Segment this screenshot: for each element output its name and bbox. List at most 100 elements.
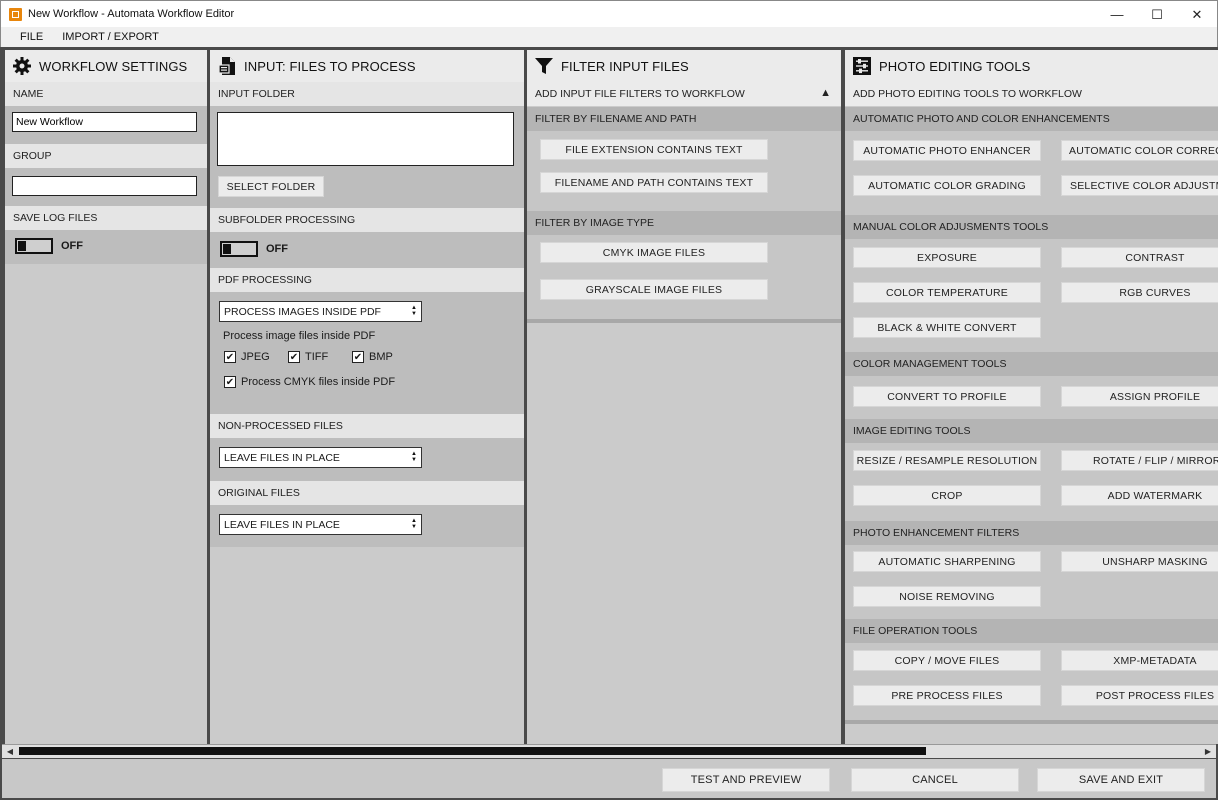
maximize-button[interactable]: ☐	[1137, 1, 1177, 28]
select-folder-button[interactable]: SELECT FOLDER	[218, 176, 324, 197]
manual-color-label: MANUAL COLOR ADJUSMENTS TOOLS	[845, 215, 1218, 239]
add-tools-label: ADD PHOTO EDITING TOOLS TO WORKFLOW	[845, 82, 1218, 106]
document-icon	[216, 55, 238, 77]
rgb-curves-button[interactable]: RGB CURVES	[1061, 282, 1218, 303]
tools-header: PHOTO EDITING TOOLS	[845, 50, 1218, 82]
check-icon: ✔	[288, 351, 300, 363]
scroll-thumb[interactable]	[19, 747, 926, 755]
select-arrows-icon: ▲ ▼	[411, 305, 417, 317]
resize-button[interactable]: RESIZE / RESAMPLE RESOLUTION	[853, 450, 1041, 471]
group-label: GROUP	[5, 144, 207, 168]
menu-file[interactable]: FILE	[11, 31, 52, 43]
convert-profile-button[interactable]: CONVERT TO PROFILE	[853, 386, 1041, 407]
cmyk-pdf-checkbox[interactable]: ✔ Process CMYK files inside PDF	[224, 376, 515, 388]
save-log-section: OFF	[5, 230, 207, 264]
file-extension-button[interactable]: FILE EXTENSION CONTAINS TEXT	[540, 139, 768, 160]
horizontal-scrollbar[interactable]: ◀ ▶	[2, 744, 1216, 758]
selective-color-button[interactable]: SELECTIVE COLOR ADJUSTMENT	[1061, 175, 1218, 196]
auto-color-correction-button[interactable]: AUTOMATIC COLOR CORRECTION	[1061, 140, 1218, 161]
noise-removing-button[interactable]: NOISE REMOVING	[853, 586, 1041, 607]
divider	[845, 720, 1218, 724]
exposure-button[interactable]: EXPOSURE	[853, 247, 1041, 268]
tiff-checkbox[interactable]: ✔ TIFF	[288, 351, 352, 363]
cmyk-files-button[interactable]: CMYK IMAGE FILES	[540, 242, 768, 263]
input-folder-section: SELECT FOLDER	[210, 106, 524, 208]
auto-enhancements-section: AUTOMATIC PHOTO ENHANCER AUTOMATIC COLOR…	[845, 131, 1218, 215]
collapse-up-icon[interactable]: ▲	[820, 87, 831, 99]
scroll-left-icon[interactable]: ◀	[3, 745, 17, 758]
image-editing-section: RESIZE / RESAMPLE RESOLUTION ROTATE / FL…	[845, 443, 1218, 521]
grayscale-files-button[interactable]: GRAYSCALE IMAGE FILES	[540, 279, 768, 300]
filter-filename-label: FILTER BY FILENAME AND PATH	[527, 107, 841, 131]
scroll-right-icon[interactable]: ▶	[1201, 745, 1215, 758]
name-input[interactable]	[12, 112, 197, 132]
title-bar: New Workflow - Automata Workflow Editor …	[0, 0, 1218, 27]
pdf-processing-section: PROCESS IMAGES INSIDE PDF ▲ ▼ Process ima…	[210, 292, 524, 414]
non-processed-section: LEAVE FILES IN PLACE ▲ ▼	[210, 438, 524, 481]
enhancement-filters-label: PHOTO ENHANCEMENT FILTERS	[845, 521, 1218, 545]
original-files-label: ORIGINAL FILES	[210, 481, 524, 505]
contrast-button[interactable]: CONTRAST	[1061, 247, 1218, 268]
gear-icon	[11, 55, 33, 77]
auto-photo-enhancer-button[interactable]: AUTOMATIC PHOTO ENHANCER	[853, 140, 1041, 161]
panel-title: PHOTO EDITING TOOLS	[879, 58, 1031, 74]
auto-color-grading-button[interactable]: AUTOMATIC COLOR GRADING	[853, 175, 1041, 196]
select-arrows-icon: ▲ ▼	[411, 518, 417, 530]
minimize-button[interactable]: —	[1097, 1, 1137, 28]
original-files-select[interactable]: LEAVE FILES IN PLACE ▲ ▼	[219, 514, 422, 535]
copy-move-button[interactable]: COPY / MOVE FILES	[853, 650, 1041, 671]
post-process-button[interactable]: POST PROCESS FILES	[1061, 685, 1218, 706]
input-folder-field[interactable]	[217, 112, 514, 166]
panel-title: INPUT: FILES TO PROCESS	[244, 58, 416, 74]
panel-title: WORKFLOW SETTINGS	[39, 58, 188, 74]
xmp-metadata-button[interactable]: XMP-METADATA	[1061, 650, 1218, 671]
jpeg-checkbox[interactable]: ✔ JPEG	[224, 351, 288, 363]
menu-import-export[interactable]: IMPORT / EXPORT	[53, 31, 168, 43]
pdf-processing-select[interactable]: PROCESS IMAGES INSIDE PDF ▲ ▼	[219, 301, 422, 322]
bmp-checkbox[interactable]: ✔ BMP	[352, 351, 393, 363]
subfolder-section: OFF	[210, 232, 524, 268]
pre-process-button[interactable]: PRE PROCESS FILES	[853, 685, 1041, 706]
name-section	[5, 106, 207, 144]
group-section	[5, 168, 207, 206]
workflow-settings-header: WORKFLOW SETTINGS	[5, 50, 207, 82]
assign-profile-button[interactable]: ASSIGN PROFILE	[1061, 386, 1218, 407]
color-temperature-button[interactable]: COLOR TEMPERATURE	[853, 282, 1041, 303]
filter-header: FILTER INPUT FILES	[527, 50, 841, 82]
image-editing-label: IMAGE EDITING TOOLS	[845, 419, 1218, 443]
bw-convert-button[interactable]: BLACK & WHITE CONVERT	[853, 317, 1041, 338]
auto-sharpening-button[interactable]: AUTOMATIC SHARPENING	[853, 551, 1041, 572]
unsharp-masking-button[interactable]: UNSHARP MASKING	[1061, 551, 1218, 572]
input-folder-label: INPUT FOLDER	[210, 82, 524, 106]
select-arrows-icon: ▲ ▼	[411, 451, 417, 463]
filter-panel: FILTER INPUT FILES ADD INPUT FILE FILTER…	[527, 50, 841, 744]
funnel-icon	[533, 55, 555, 77]
color-management-section: CONVERT TO PROFILE ASSIGN PROFILE	[845, 376, 1218, 419]
crop-button[interactable]: CROP	[853, 485, 1041, 506]
cancel-button[interactable]: CANCEL	[851, 768, 1019, 792]
pdf-note: Process image files inside PDF	[223, 330, 376, 342]
close-button[interactable]: ✕	[1177, 1, 1217, 28]
subfolder-label: SUBFOLDER PROCESSING	[210, 208, 524, 232]
tools-panel: PHOTO EDITING TOOLS ADD PHOTO EDITING TO…	[845, 50, 1218, 744]
rotate-flip-button[interactable]: ROTATE / FLIP / MIRROR	[1061, 450, 1218, 471]
save-log-toggle[interactable]	[15, 238, 53, 254]
filter-filename-section: FILE EXTENSION CONTAINS TEXT FILENAME AN…	[527, 131, 841, 211]
file-operations-label: FILE OPERATION TOOLS	[845, 619, 1218, 643]
pdf-processing-label: PDF PROCESSING	[210, 268, 524, 292]
panel-title: FILTER INPUT FILES	[561, 58, 689, 74]
app-icon	[9, 7, 22, 21]
non-processed-label: NON-PROCESSED FILES	[210, 414, 524, 438]
add-watermark-button[interactable]: ADD WATERMARK	[1061, 485, 1218, 506]
save-log-label: SAVE LOG FILES	[5, 206, 207, 230]
input-files-header: INPUT: FILES TO PROCESS	[210, 50, 524, 82]
subfolder-toggle[interactable]	[220, 241, 258, 257]
auto-enhancements-label: AUTOMATIC PHOTO AND COLOR ENHANCEMENTS	[845, 107, 1218, 131]
menu-bar: FILE IMPORT / EXPORT	[0, 27, 1218, 47]
save-exit-button[interactable]: SAVE AND EXIT	[1037, 768, 1205, 792]
non-processed-select[interactable]: LEAVE FILES IN PLACE ▲ ▼	[219, 447, 422, 468]
test-preview-button[interactable]: TEST AND PREVIEW	[662, 768, 830, 792]
filename-path-button[interactable]: FILENAME AND PATH CONTAINS TEXT	[540, 172, 768, 193]
file-operations-section: COPY / MOVE FILES XMP-METADATA PRE PROCE…	[845, 643, 1218, 720]
group-input[interactable]	[12, 176, 197, 196]
